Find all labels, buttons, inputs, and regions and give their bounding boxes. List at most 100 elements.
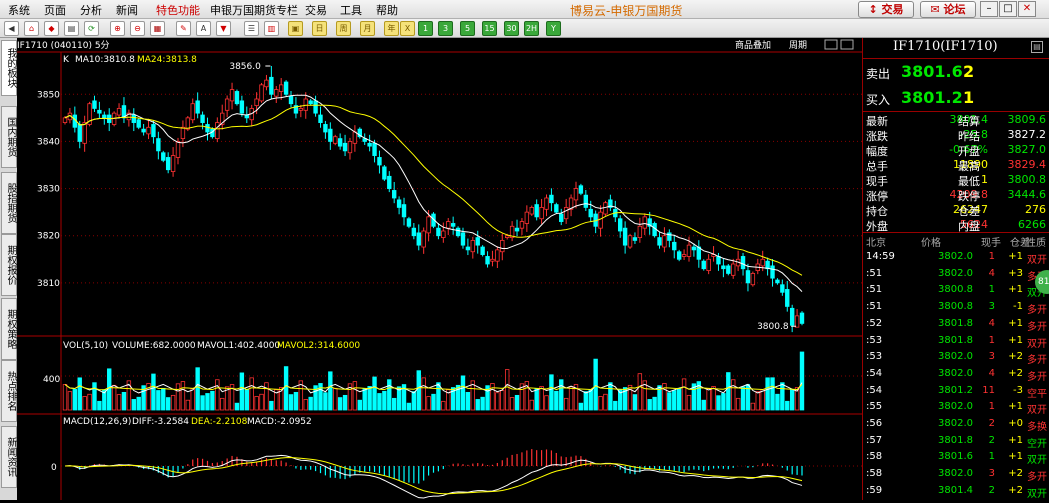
menu-bar: 系统 页面 分析 新闻 特色功能 申银万国期货专栏 交易 工具 帮助 博易云-申银万国期货 ↕ … [0, 0, 1049, 19]
quote-value: 3800.8 [1007, 173, 1047, 186]
candle-body [745, 270, 751, 284]
volume-bar [136, 396, 141, 411]
volume-bar [780, 382, 785, 411]
candle-body [396, 199, 402, 208]
period-button-11[interactable]: Y [546, 21, 561, 36]
period-button-1[interactable]: 周 [336, 21, 351, 36]
volume-bar [111, 384, 117, 411]
menu-item-8[interactable]: 帮助 [376, 2, 398, 18]
period-button-4[interactable]: X [400, 21, 415, 36]
tick-row: :52 3801.8 4 +1 多开 [863, 316, 1049, 333]
candle-body [622, 227, 628, 246]
grid-icon[interactable]: ▦ [150, 21, 165, 36]
sidebar-tab-4[interactable]: 期权策略 [1, 298, 17, 360]
candle-body [544, 197, 549, 210]
sidebar-tab-3[interactable]: 期权报价 [1, 234, 17, 296]
panel-menu-icon[interactable]: ▤ [1031, 41, 1043, 53]
period-button-2[interactable]: 月 [360, 21, 375, 36]
menu-item-4[interactable]: 特色功能 [156, 2, 200, 18]
period-button-5[interactable]: 1 [418, 21, 433, 36]
volume-bar [377, 393, 382, 411]
tick-volume: 3 [988, 351, 995, 363]
volume-bar [534, 388, 539, 411]
window-icon[interactable]: ▤ [64, 21, 79, 36]
menu-item-2[interactable]: 分析 [80, 2, 102, 18]
list-icon[interactable]: ☰ [244, 21, 259, 36]
menu-item-7[interactable]: 工具 [340, 2, 362, 18]
menu-item-0[interactable]: 系统 [8, 2, 30, 18]
panel-toggle-icon[interactable] [824, 39, 838, 50]
sidebar-tab-6[interactable]: 新闻资讯 [1, 426, 17, 488]
volume-bar [500, 390, 505, 411]
menu-item-6[interactable]: 交易 [305, 2, 327, 18]
candle-body [480, 246, 485, 255]
menu-item-1[interactable]: 页面 [44, 2, 66, 18]
zoom-in-icon[interactable]: ⊕ [110, 21, 125, 36]
menu-item-5[interactable]: 申银万国期货专栏 [210, 2, 298, 18]
candle-body [136, 119, 141, 128]
overlay-link[interactable]: 商品叠加 [735, 39, 771, 51]
trade-button[interactable]: ↕ 交易 [858, 1, 914, 18]
quote-panel: IF1710(IF1710) ▤ 卖出 3801.6 2 买入 3801.2 1… [862, 38, 1049, 500]
text-icon[interactable]: A [196, 21, 211, 36]
pen-icon[interactable]: ✎ [176, 21, 191, 36]
vol-legend-volume: VOLUME:682.0000 [112, 341, 196, 351]
candle-body [161, 152, 166, 161]
candle-body [82, 122, 87, 144]
period-button-0[interactable]: 日 [312, 21, 327, 36]
period-button-10[interactable]: 2H [524, 21, 539, 36]
tick-price: 3801.8 [938, 434, 973, 446]
volume-bar [514, 394, 520, 411]
menu-item-3[interactable]: 新闻 [116, 2, 138, 18]
volume-bar [234, 402, 240, 411]
volume-bar [116, 394, 122, 411]
panel-layout-icon[interactable] [840, 39, 854, 50]
home-icon[interactable]: ⌂ [24, 21, 39, 36]
close-button[interactable]: ✕ [1018, 1, 1036, 17]
period-button-3[interactable]: 年 [384, 21, 399, 36]
volume-bar [77, 377, 82, 411]
volume-bar [475, 399, 480, 411]
sidebar-tab-1[interactable]: 国内期货 [1, 106, 17, 168]
candle-body [760, 258, 765, 267]
tick-row: :59 3801.4 2 +2 双开 [863, 483, 1049, 500]
price-tick-label: 3830 [37, 185, 60, 195]
candle-body [151, 124, 156, 138]
kline-chart[interactable]: IF1710 (040110) 5分 商品叠加 周期 K MA10:3810.8… [17, 38, 862, 500]
candle-body [799, 312, 805, 324]
filter-icon[interactable]: ▼ [216, 21, 231, 36]
period-link[interactable]: 周期 [789, 40, 807, 51]
zoom-out-icon[interactable]: ⊖ [130, 21, 145, 36]
candle-body [465, 246, 471, 251]
refresh-icon[interactable]: ⟳ [84, 21, 99, 36]
calc-icon[interactable]: ▥ [264, 21, 279, 36]
ticks-col-header: 北京 [866, 238, 886, 249]
period-button-8[interactable]: 15 [482, 21, 497, 36]
back-icon[interactable]: ◀ [4, 21, 19, 36]
candle-body [165, 157, 171, 171]
candle-body [234, 91, 240, 105]
tick-volume: 4 [988, 267, 995, 279]
ask-label: 卖出 [866, 67, 891, 81]
forum-button[interactable]: ✉ 论坛 [920, 1, 976, 18]
period-button-9[interactable]: 30 [504, 21, 519, 36]
candle-body [205, 124, 210, 133]
candle-body [446, 221, 451, 229]
volume-bar [323, 392, 328, 411]
lock-icon[interactable]: ▣ [288, 21, 303, 36]
candle-body [632, 237, 638, 241]
volume-bar [436, 382, 441, 411]
volume-bar [554, 390, 559, 411]
tick-nature: 双开 [1027, 488, 1047, 500]
candle-body [731, 263, 736, 276]
period-button-7[interactable]: 5 [460, 21, 475, 36]
volume-bar [770, 377, 775, 411]
maximize-button[interactable]: □ [999, 1, 1017, 17]
sidebar-tab-0[interactable]: 我的板块 [1, 40, 17, 96]
candle-body [229, 89, 235, 102]
chart-icon[interactable]: ◆ [44, 21, 59, 36]
minimize-button[interactable]: – [980, 1, 998, 17]
period-button-6[interactable]: 3 [438, 21, 453, 36]
sidebar-tab-2[interactable]: 股指期货 [1, 172, 17, 234]
sidebar-tab-5[interactable]: 热点排名 [1, 360, 17, 422]
